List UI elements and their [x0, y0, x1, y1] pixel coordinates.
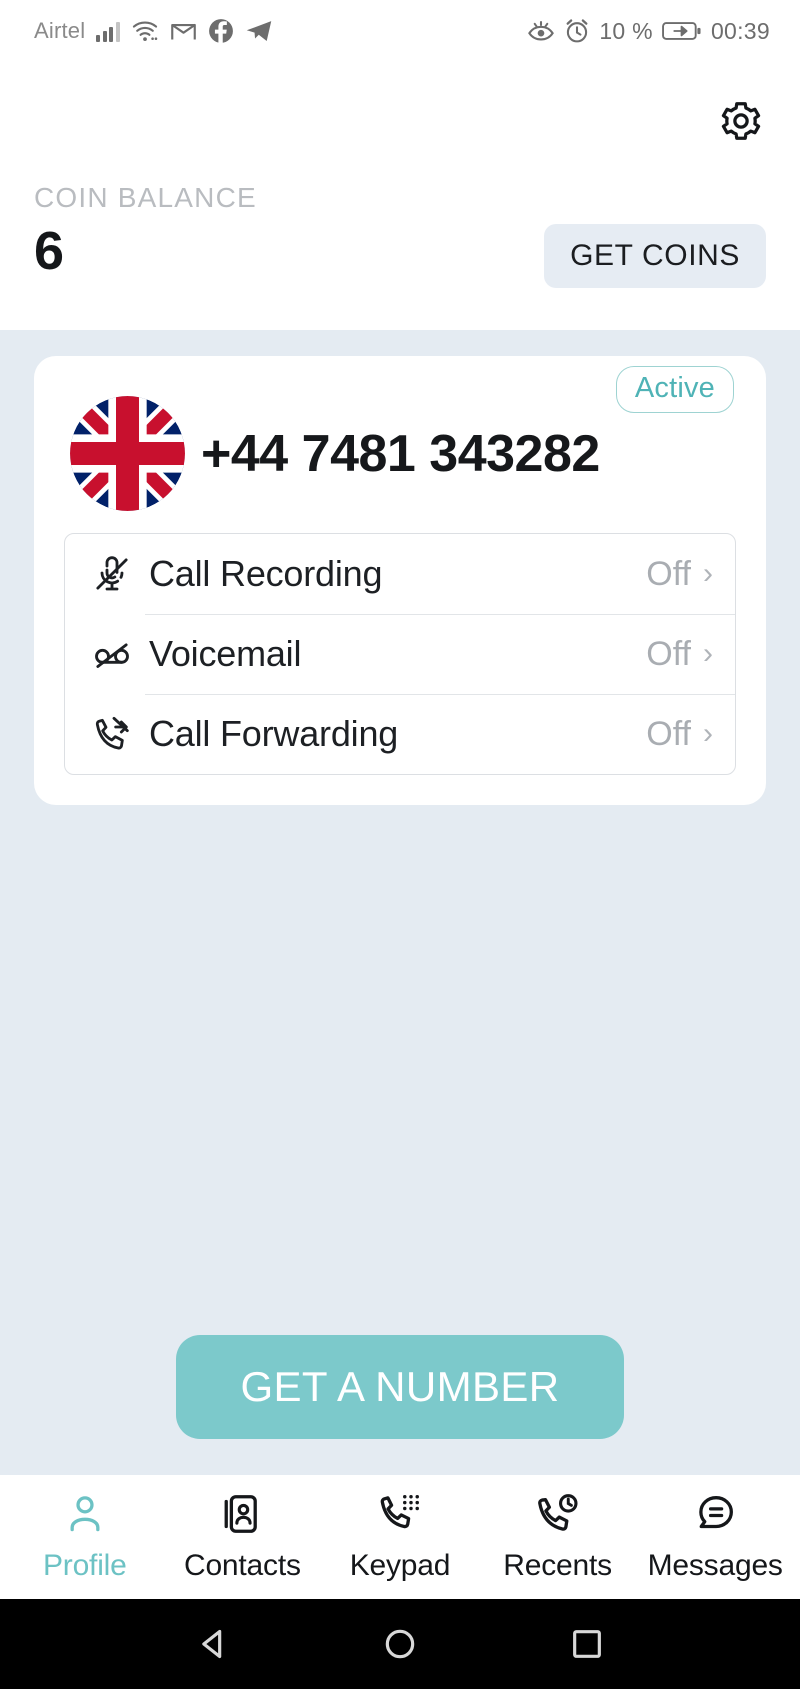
status-bar-right: 10 % 00:39 [527, 18, 770, 45]
messages-icon [693, 1492, 737, 1541]
carrier-label: Airtel [34, 18, 86, 43]
tab-keypad[interactable]: Keypad [321, 1492, 479, 1583]
main-content: +44 7481 343282 Active Call Recording Of… [0, 330, 800, 1475]
feature-label: Voicemail [149, 633, 302, 674]
status-bar-left: Airtel [34, 18, 273, 44]
status-badge: Active [615, 366, 734, 413]
back-icon[interactable] [193, 1624, 233, 1664]
status-bar: Airtel 10 % 00:39 [0, 0, 800, 62]
telegram-icon [245, 19, 273, 43]
clock-label: 00:39 [710, 17, 770, 44]
get-coins-button[interactable]: GET COINS [544, 224, 766, 288]
phone-number-label: +44 7481 343282 [201, 424, 600, 483]
home-icon[interactable] [380, 1624, 420, 1664]
phone-number-card[interactable]: +44 7481 343282 Active Call Recording Of… [34, 356, 766, 805]
eye-comfort-icon [527, 19, 555, 43]
mic-off-icon [89, 554, 135, 594]
tab-label: Messages [647, 1548, 783, 1582]
voicemail-off-icon [89, 634, 135, 674]
feature-list: Call Recording Off › Voicemail Off › Cal… [64, 533, 736, 775]
person-icon [63, 1492, 107, 1541]
cta-container: GET A NUMBER [0, 1335, 800, 1439]
tab-recents[interactable]: Recents [479, 1492, 637, 1583]
keypad-icon [378, 1492, 422, 1541]
battery-percent-label: 10 % [599, 17, 653, 44]
facebook-icon [208, 18, 234, 44]
feature-label: Call Recording [149, 553, 383, 594]
tab-label: Keypad [349, 1548, 451, 1582]
coin-balance-value: 6 [34, 221, 65, 281]
chevron-right-icon: › [703, 637, 713, 670]
coin-balance-label: COIN BALANCE [34, 182, 257, 213]
header-section: COIN BALANCE 6 GET COINS [0, 62, 800, 330]
gmail-icon [170, 20, 197, 42]
alarm-clock-icon [564, 18, 590, 44]
feature-row-call-recording[interactable]: Call Recording Off › [65, 534, 735, 614]
contacts-icon [220, 1492, 264, 1541]
get-a-number-button[interactable]: GET A NUMBER [176, 1335, 624, 1439]
settings-button[interactable] [718, 100, 764, 146]
tab-label: Contacts [183, 1548, 301, 1582]
call-forward-off-icon [89, 714, 135, 754]
battery-charging-icon [662, 20, 702, 42]
recents-square-icon[interactable] [567, 1624, 607, 1664]
android-nav-bar [0, 1599, 800, 1689]
bottom-tab-bar: Profile Contacts Keypad Recents Messages [0, 1475, 800, 1599]
number-header-row: +44 7481 343282 Active [64, 366, 736, 511]
tab-profile[interactable]: Profile [6, 1492, 164, 1583]
chevron-right-icon: › [703, 557, 713, 590]
tab-label: Profile [42, 1548, 127, 1582]
uk-flag-icon [70, 396, 185, 511]
feature-value: Off [646, 714, 691, 753]
tab-messages[interactable]: Messages [636, 1492, 794, 1583]
chevron-right-icon: › [703, 717, 713, 750]
gear-icon [718, 98, 764, 149]
app-screen: Airtel 10 % 00:39 COIN BALANCE 6 GET COI… [0, 0, 800, 1689]
feature-label: Call Forwarding [149, 713, 399, 754]
feature-value: Off [646, 634, 691, 673]
feature-row-call-forwarding[interactable]: Call Forwarding Off › [65, 694, 735, 774]
tab-label: Recents [503, 1548, 612, 1582]
tab-contacts[interactable]: Contacts [164, 1492, 322, 1583]
wifi-icon [131, 19, 159, 43]
feature-value: Off [646, 554, 691, 593]
signal-bars-icon [96, 21, 120, 42]
recents-icon [536, 1492, 580, 1541]
feature-row-voicemail[interactable]: Voicemail Off › [65, 614, 735, 694]
